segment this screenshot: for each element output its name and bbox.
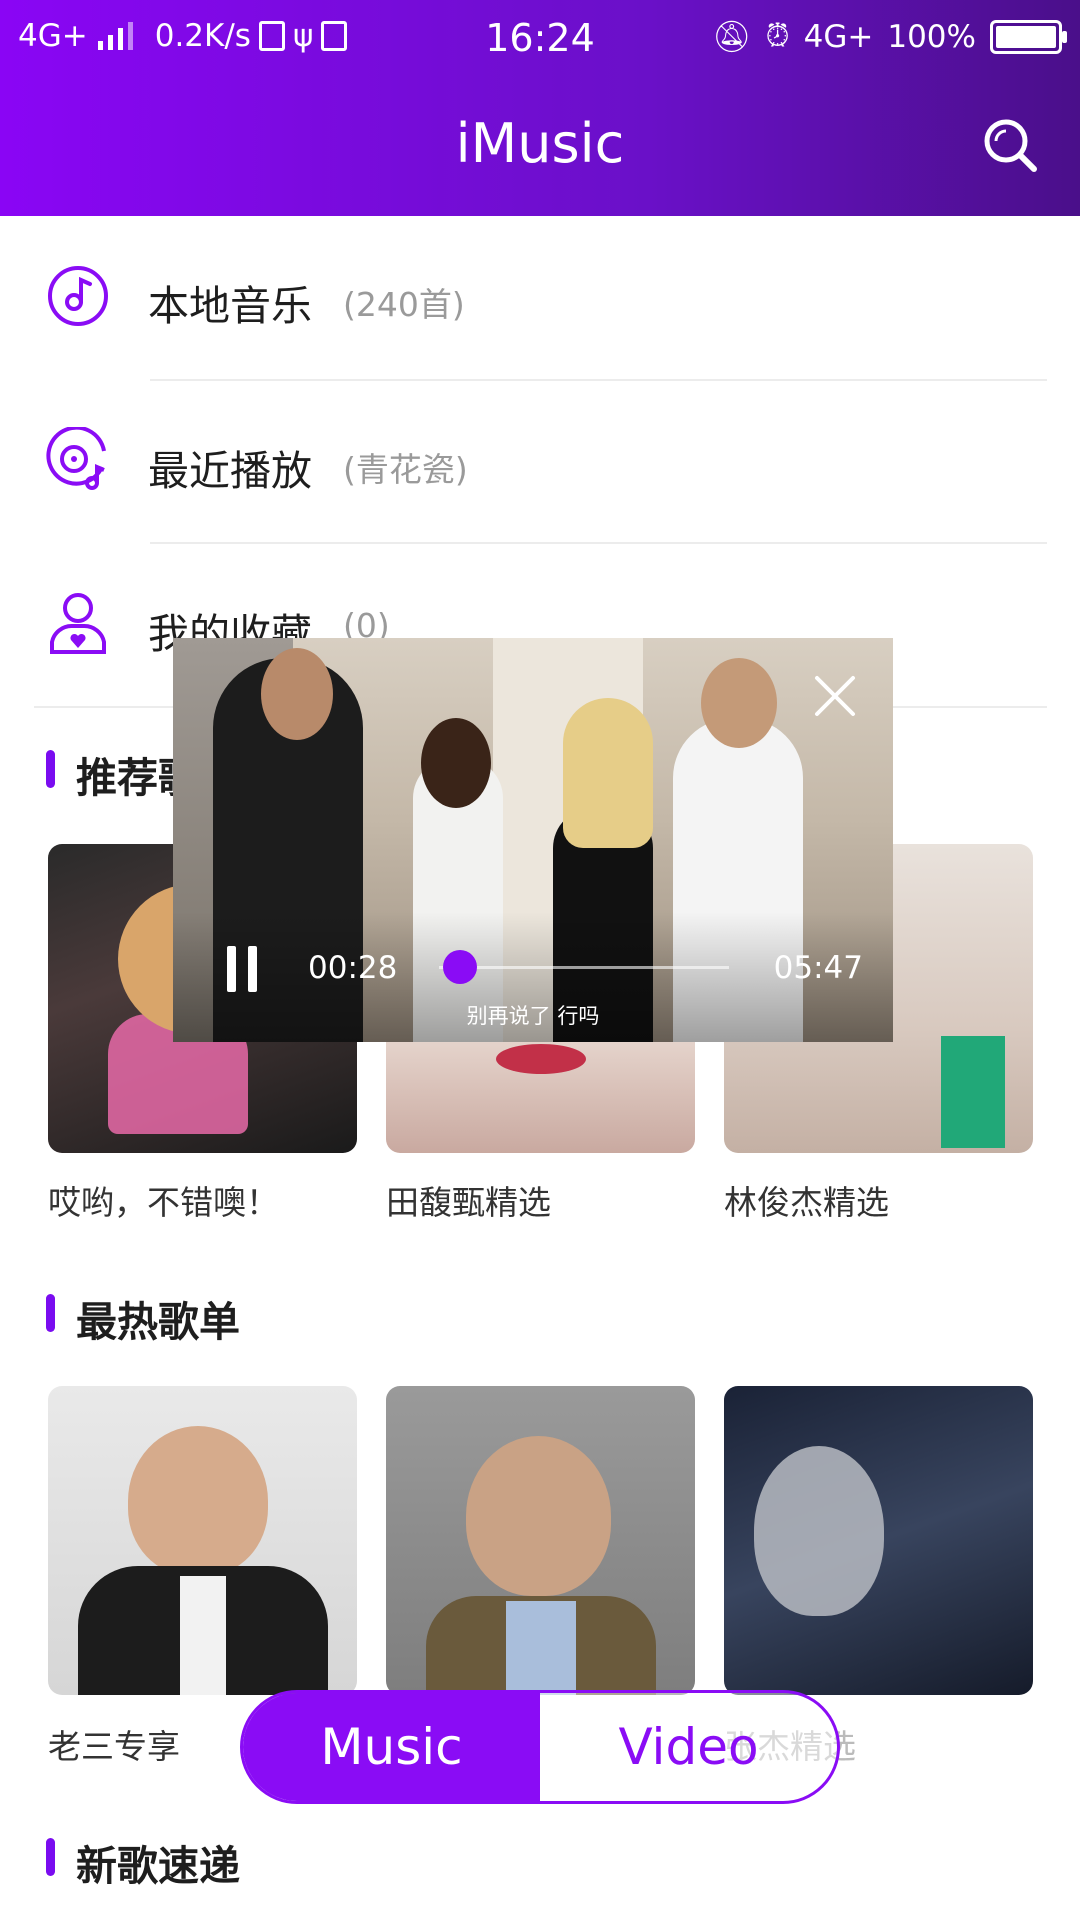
menu-label: 本地音乐 <box>148 282 312 330</box>
media-tab-switch: Music Video <box>240 1690 840 1804</box>
playlist-card[interactable] <box>48 1386 357 1695</box>
menu-local-music[interactable]: 本地音乐 (240首) <box>0 216 1080 380</box>
recent-disc-icon <box>46 427 106 490</box>
video-player[interactable]: 00:28 05:47 别再说了 行吗 <box>173 638 893 1042</box>
section-title-new: 新歌速递 <box>46 1832 240 1892</box>
playlist-title: 哎哟，不错噢！ <box>48 1183 279 1222</box>
menu-sub: (240首) <box>343 285 465 324</box>
menu-label: 最近播放 <box>148 447 312 495</box>
playlist-card[interactable] <box>724 1386 1033 1695</box>
menu-sub: (青花瓷) <box>343 450 468 489</box>
mute-icon: 🔕︎ <box>712 19 752 55</box>
status-bar: 4G+ 0.2K/s ψ 16:24 🔕︎ ⏰︎ 4G+ 100% <box>0 0 1080 76</box>
current-time: 00:28 <box>308 950 398 986</box>
seek-bar[interactable] <box>439 966 729 969</box>
playlist-title: 林俊杰精选 <box>724 1183 889 1222</box>
playlist-title: 老三专享 <box>48 1727 180 1766</box>
pause-button[interactable] <box>227 946 257 992</box>
alarm-icon: ⏰︎ <box>765 18 790 54</box>
seek-thumb[interactable] <box>443 950 477 984</box>
network-type-right: 4G+ <box>803 18 874 55</box>
tab-music[interactable]: Music <box>243 1693 540 1801</box>
music-disc-icon <box>48 266 108 326</box>
playlist-title: 田馥甄精选 <box>386 1183 551 1222</box>
playlist-card[interactable] <box>386 1386 695 1695</box>
app-header: 4G+ 0.2K/s ψ 16:24 🔕︎ ⏰︎ 4G+ 100% iMusic <box>0 0 1080 216</box>
battery-percent: 100% <box>887 18 976 55</box>
menu-recent-play[interactable]: 最近播放 (青花瓷) <box>0 381 1080 545</box>
battery-icon <box>990 19 1067 54</box>
total-time: 05:47 <box>773 950 863 986</box>
search-icon[interactable] <box>980 115 1040 175</box>
app-title: iMusic <box>455 112 625 175</box>
favorite-person-icon <box>50 593 106 654</box>
video-subtitle: 别再说了 行吗 <box>466 1004 600 1028</box>
tab-video[interactable]: Video <box>540 1693 837 1801</box>
section-title-hot: 最热歌单 <box>46 1288 240 1348</box>
close-icon[interactable] <box>813 674 857 718</box>
